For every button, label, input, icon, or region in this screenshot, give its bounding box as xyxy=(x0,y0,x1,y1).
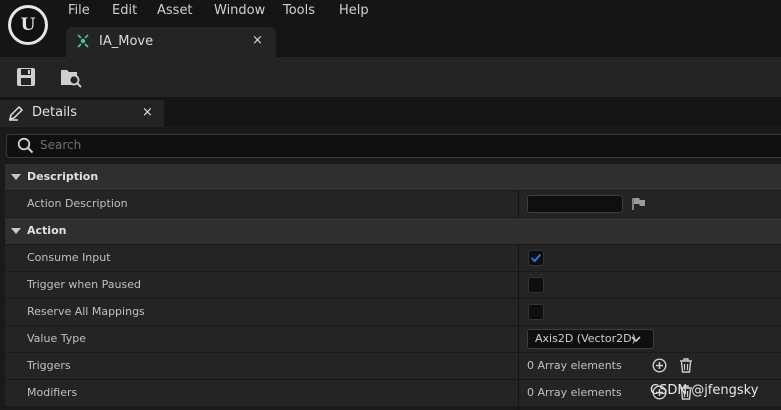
flag-icon[interactable] xyxy=(631,197,646,211)
property-label: Value Type xyxy=(27,332,86,345)
column-divider[interactable] xyxy=(518,191,519,218)
action-description-field[interactable] xyxy=(527,195,623,213)
search-input[interactable] xyxy=(40,135,740,155)
property-row-value-type xyxy=(5,326,781,352)
property-label: Consume Input xyxy=(27,251,111,264)
property-label: Action Description xyxy=(27,197,128,210)
menu-window[interactable]: Window xyxy=(214,3,265,18)
tab-close-icon[interactable]: × xyxy=(252,33,263,48)
trash-icon[interactable] xyxy=(679,358,693,373)
property-label: Reserve All Mappings xyxy=(27,305,145,318)
watermark: CSDN @jfengsky xyxy=(650,383,759,398)
checkmark-icon xyxy=(530,253,542,263)
reserve-all-mappings-checkbox[interactable] xyxy=(528,304,544,320)
modifiers-count: 0 Array elements xyxy=(527,386,622,399)
logo-letter: U xyxy=(11,8,45,42)
details-close-icon[interactable]: × xyxy=(142,105,153,120)
collapse-arrow-icon[interactable] xyxy=(11,228,21,234)
save-icon[interactable] xyxy=(15,66,37,88)
chevron-down-icon[interactable] xyxy=(631,335,641,343)
browse-icon[interactable] xyxy=(59,66,83,88)
property-label: Modifiers xyxy=(27,386,78,399)
menu-tools[interactable]: Tools xyxy=(283,3,315,18)
menu-edit[interactable]: Edit xyxy=(112,3,137,18)
add-icon[interactable] xyxy=(652,358,667,373)
menu-help[interactable]: Help xyxy=(339,3,369,18)
category-description-label: Description xyxy=(27,170,99,183)
toolbar xyxy=(0,57,781,97)
search-icon xyxy=(17,137,34,154)
menu-file[interactable]: File xyxy=(68,3,90,18)
unreal-logo: U xyxy=(8,5,48,45)
collapse-arrow-icon[interactable] xyxy=(11,174,21,180)
value-type-value: Axis2D (Vector2D) xyxy=(535,332,636,345)
category-description[interactable] xyxy=(5,164,781,190)
property-label: Triggers xyxy=(27,359,71,372)
property-row-consume-input xyxy=(5,245,781,271)
details-icon xyxy=(8,105,24,121)
trigger-when-paused-checkbox[interactable] xyxy=(528,277,544,293)
property-label: Trigger when Paused xyxy=(27,278,141,291)
category-action-label: Action xyxy=(27,224,67,237)
triggers-count: 0 Array elements xyxy=(527,359,622,372)
details-tab-label: Details xyxy=(32,105,78,120)
category-action[interactable] xyxy=(5,218,781,244)
consume-input-checkbox[interactable] xyxy=(528,250,544,266)
asset-tab[interactable] xyxy=(66,27,276,57)
input-action-icon xyxy=(77,34,89,48)
menu-asset[interactable]: Asset xyxy=(157,3,193,18)
tab-title: IA_Move xyxy=(99,34,154,49)
column-divider[interactable] xyxy=(518,245,519,410)
